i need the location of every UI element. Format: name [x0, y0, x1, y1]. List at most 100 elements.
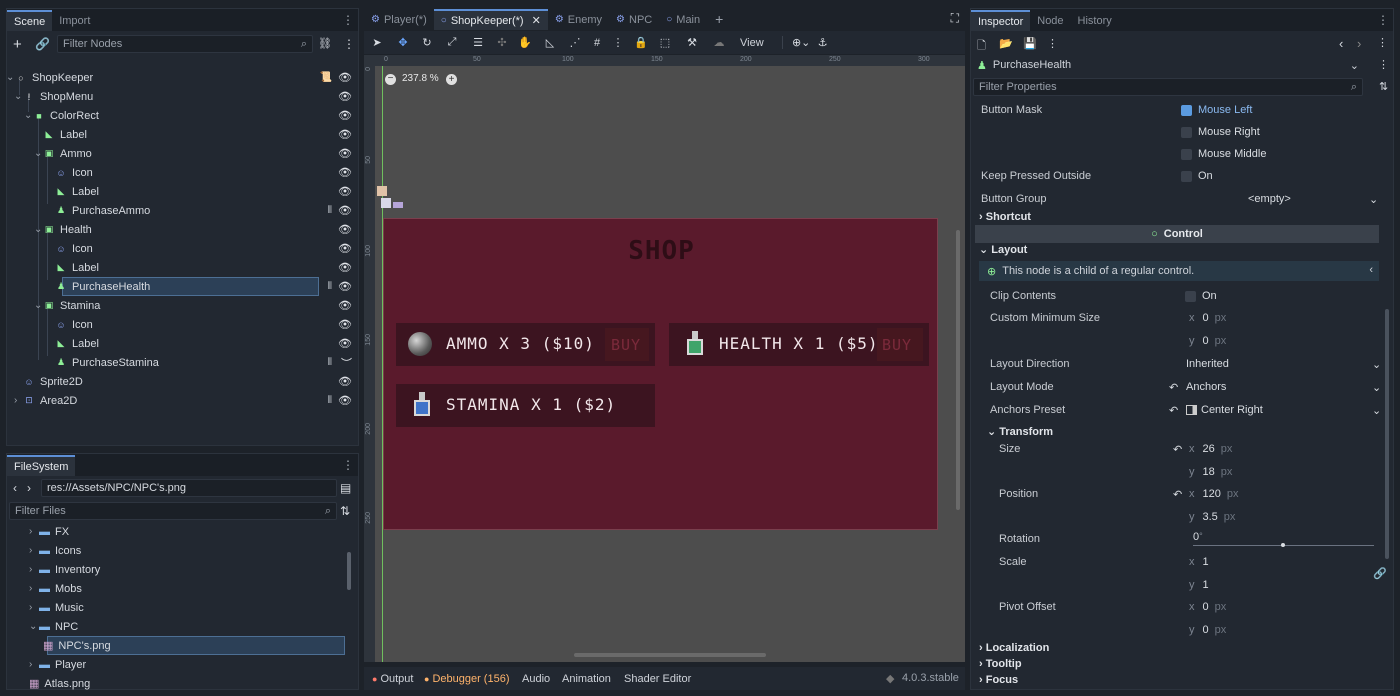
- visibility-icon[interactable]: 👁: [338, 204, 352, 217]
- tooltip-section[interactable]: › Tooltip: [979, 658, 1022, 670]
- bottom-tab-animation[interactable]: Animation: [562, 667, 611, 691]
- file-item-inventory[interactable]: › ▬ Inventory: [29, 560, 100, 579]
- object-menu-icon[interactable]: ⋮: [1378, 58, 1389, 71]
- inspector-scrollbar[interactable]: [1385, 309, 1389, 559]
- close-icon[interactable]: ✕: [532, 14, 541, 27]
- save-resource-icon[interactable]: 💾: [1023, 37, 1037, 50]
- pivot-x-field[interactable]: x 0 px: [1189, 601, 1226, 613]
- filter-nodes-input[interactable]: Filter Nodes ⌕: [57, 35, 313, 53]
- distraction-free-icon[interactable]: ⛶: [951, 11, 959, 26]
- file-item-music[interactable]: › ▬ Music: [29, 598, 84, 617]
- layout-mode-value[interactable]: Anchors: [1186, 381, 1226, 393]
- tree-node-icon[interactable]: ☺ Icon 👁: [55, 239, 352, 258]
- chevron-down-icon[interactable]: ⌄: [1372, 358, 1381, 371]
- rotate-tool-icon[interactable]: ↻: [416, 36, 438, 49]
- visibility-icon[interactable]: 👁: [338, 375, 352, 388]
- snap-options-icon[interactable]: ⋮: [608, 36, 628, 49]
- split-mode-icon[interactable]: ▤: [340, 481, 351, 495]
- scene-tab-enemy[interactable]: ⚙ Enemy: [548, 9, 609, 30]
- tree-node-area2d[interactable]: › ⊡ Area2D ⦀ 👁: [14, 391, 352, 410]
- transform-section[interactable]: ⌄ Transform: [987, 425, 1053, 438]
- grid-snap-icon[interactable]: #: [586, 37, 608, 49]
- move-tool-icon[interactable]: ✥: [390, 36, 416, 49]
- visibility-icon[interactable]: 👁: [338, 242, 352, 255]
- file-item-npc-s-png[interactable]: ▦ NPC's.png: [43, 636, 111, 655]
- revert-icon[interactable]: ↶: [1173, 488, 1182, 501]
- mask-mouse-middle[interactable]: Mouse Middle: [1181, 148, 1266, 160]
- viewport-h-scrollbar[interactable]: [574, 653, 766, 657]
- file-item-player[interactable]: › ▬ Player: [29, 655, 86, 674]
- select-tool-icon[interactable]: ➤: [364, 36, 390, 49]
- chevron-right-icon[interactable]: ›: [29, 526, 39, 537]
- scale-y-field[interactable]: y1: [1189, 579, 1209, 591]
- visibility-icon[interactable]: 👁: [338, 166, 352, 179]
- tree-node-purchasestamina[interactable]: ♟ PurchaseStamina ⦀ ︶: [55, 353, 352, 372]
- filter-files-input[interactable]: Filter Files ⌕: [9, 502, 337, 520]
- visibility-hidden-icon[interactable]: ︶: [341, 355, 352, 371]
- revert-icon[interactable]: ↶: [1169, 381, 1178, 394]
- chevron-down-icon[interactable]: ⌄: [29, 621, 39, 632]
- ruler-tool-icon[interactable]: ◺: [536, 36, 564, 49]
- visibility-icon[interactable]: 👁: [338, 261, 352, 274]
- position-y-field[interactable]: y 3.5 px: [1189, 511, 1235, 523]
- visibility-icon[interactable]: 👁: [338, 299, 352, 312]
- bottom-tab-audio[interactable]: Audio: [522, 667, 550, 691]
- tab-inspector[interactable]: Inspector: [971, 10, 1031, 31]
- chevron-down-icon[interactable]: ⌄: [34, 224, 43, 235]
- visibility-icon[interactable]: 👁: [338, 280, 352, 293]
- clip-contents-toggle[interactable]: On: [1185, 290, 1217, 302]
- focus-section[interactable]: › Focus: [979, 674, 1018, 686]
- chevron-down-icon[interactable]: ⌄: [24, 110, 33, 121]
- link-icon[interactable]: 🔗: [35, 37, 50, 51]
- visibility-icon[interactable]: 👁: [338, 394, 352, 407]
- visibility-icon[interactable]: 👁: [338, 337, 352, 350]
- bottom-tab-debugger[interactable]: ● Debugger (156): [424, 667, 510, 691]
- revert-icon[interactable]: ↶: [1169, 404, 1178, 417]
- add-node-icon[interactable]: +: [13, 36, 22, 53]
- pan-tool-icon[interactable]: ✋: [514, 36, 536, 49]
- property-options-icon[interactable]: ⇅: [1379, 80, 1388, 93]
- list-select-icon[interactable]: ☰: [466, 36, 490, 49]
- tree-node-purchaseammo[interactable]: ♟ PurchaseAmmo ⦀ 👁: [55, 201, 352, 220]
- zoom-in-icon[interactable]: +: [446, 74, 457, 85]
- pivot-y-field[interactable]: y 0 px: [1189, 624, 1226, 636]
- rotation-slider-grabber[interactable]: [1281, 543, 1285, 547]
- visibility-icon[interactable]: 👁: [338, 71, 352, 84]
- scene-dock-menu-icon[interactable]: ⋮: [342, 13, 354, 27]
- layout-direction-value[interactable]: Inherited: [1186, 358, 1229, 370]
- signal-icon[interactable]: ⦀: [328, 205, 332, 216]
- scene-options-icon[interactable]: ⋮: [343, 37, 355, 51]
- chevron-right-icon[interactable]: ›: [14, 395, 23, 406]
- rotation-slider[interactable]: 0°: [1193, 531, 1374, 547]
- viewport[interactable]: 050100150200250300350050100150200250 − 2…: [364, 55, 965, 662]
- chevron-left-icon[interactable]: ‹: [1369, 264, 1373, 276]
- tree-node-label[interactable]: ◣ Label 👁: [55, 258, 352, 277]
- size-x-field[interactable]: x 26 px: [1189, 443, 1232, 455]
- purchase-ammo-button[interactable]: BUY: [605, 328, 649, 361]
- zoom-out-icon[interactable]: −: [385, 74, 396, 85]
- visibility-icon[interactable]: 👁: [338, 90, 352, 103]
- localization-section[interactable]: › Localization: [979, 642, 1049, 654]
- tab-history[interactable]: History: [1071, 10, 1119, 31]
- purchase-health-button[interactable]: BUY: [877, 328, 923, 361]
- chevron-right-icon[interactable]: ›: [29, 602, 39, 613]
- scale-x-field[interactable]: x1: [1189, 556, 1209, 568]
- layout-section[interactable]: ⌄ Layout: [979, 243, 1027, 256]
- bottom-tab-output[interactable]: ● Output: [372, 667, 413, 691]
- scene-tab-npc[interactable]: ⚙ NPC: [609, 9, 659, 30]
- path-field[interactable]: res://Assets/NPC/NPC's.png: [41, 479, 337, 497]
- viewport-v-scrollbar[interactable]: [956, 230, 960, 510]
- group-icon[interactable]: ⬚: [654, 36, 676, 49]
- tree-node-health[interactable]: ⌄ ▣ Health 👁: [34, 220, 352, 239]
- tree-node-label[interactable]: ◣ Label 👁: [55, 182, 352, 201]
- min-size-x-field[interactable]: x 0 px: [1189, 312, 1226, 324]
- lock-icon[interactable]: 🔒: [628, 36, 654, 49]
- sort-icon[interactable]: ⇅: [340, 504, 350, 518]
- chevron-down-icon[interactable]: ⌄: [6, 72, 15, 83]
- chevron-right-icon[interactable]: ›: [29, 545, 39, 556]
- back-icon[interactable]: ‹: [13, 481, 17, 495]
- bottom-tab-shader[interactable]: Shader Editor: [624, 667, 691, 691]
- anchor-preset-icon[interactable]: ⊕⌄: [781, 36, 812, 49]
- forward-icon[interactable]: ›: [27, 481, 31, 495]
- tree-node-icon[interactable]: ☺ Icon 👁: [55, 163, 352, 182]
